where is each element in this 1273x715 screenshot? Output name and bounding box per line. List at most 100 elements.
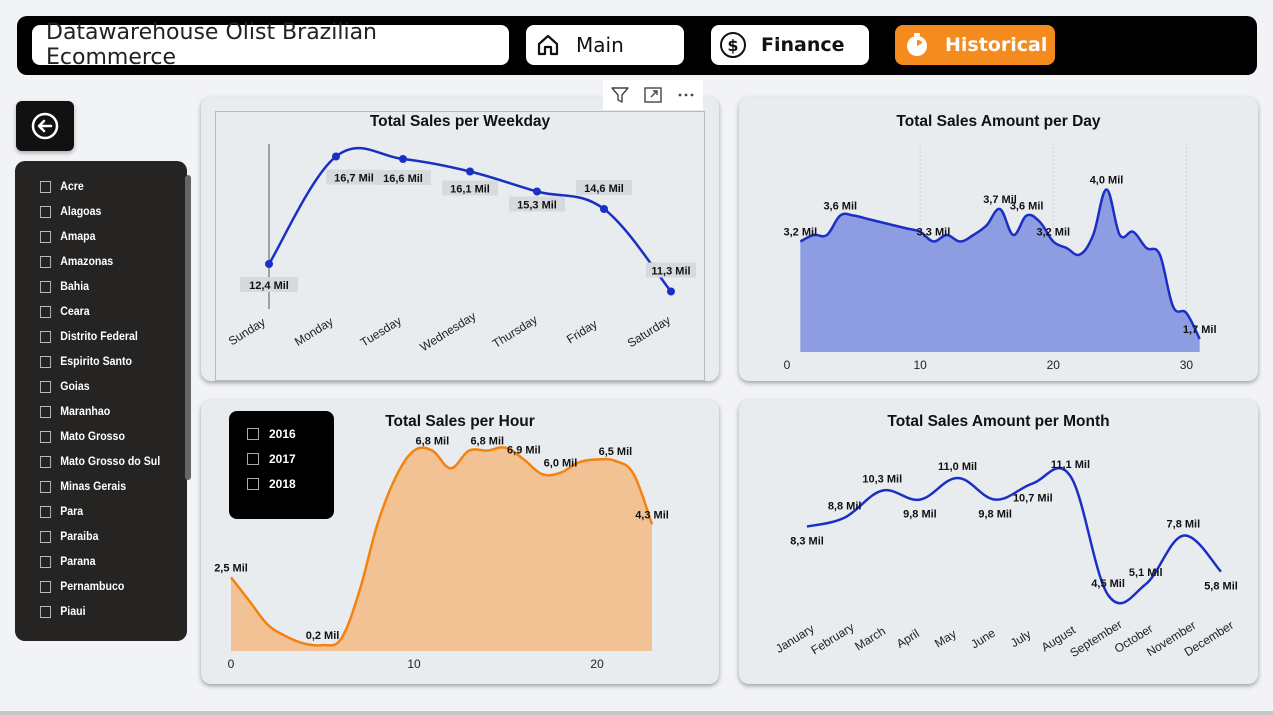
data-label: 6,5 Mil	[599, 446, 633, 458]
checkbox[interactable]	[40, 256, 52, 268]
data-label: 1,7 Mil	[1183, 324, 1217, 336]
checkbox[interactable]	[40, 181, 52, 193]
state-option-label: Parana	[60, 556, 96, 568]
data-label: 7,8 Mil	[1167, 519, 1201, 531]
more-options-icon[interactable]	[672, 82, 700, 108]
state-option[interactable]: Pernambuco	[40, 578, 124, 596]
checkbox[interactable]	[40, 581, 52, 593]
sales-per-weekday-card[interactable]: Total Sales per Weekday 12,4 Mil Sunday 16…	[201, 97, 719, 381]
year-option[interactable]: 2016	[247, 426, 296, 442]
visual-toolbar	[603, 80, 703, 110]
state-option[interactable]: Amazonas	[40, 253, 113, 271]
year-option[interactable]: 2018	[247, 476, 296, 492]
data-point[interactable]	[533, 187, 541, 196]
state-option[interactable]: Paraiba	[40, 528, 98, 546]
checkbox[interactable]	[40, 606, 52, 618]
weekday-line-chart: 12,4 Mil Sunday 16,7 Mil Monday 16,6 Mil Tues…	[226, 144, 696, 354]
back-button[interactable]	[16, 101, 74, 151]
checkbox[interactable]	[40, 456, 52, 468]
data-label: 3,3 Mil	[917, 227, 951, 239]
state-option[interactable]: Ceara	[40, 303, 90, 321]
dollar-icon: $	[711, 31, 755, 59]
x-tick-label: July	[1008, 627, 1034, 650]
historical-button[interactable]: Historical	[895, 25, 1055, 65]
data-label: 4,0 Mil	[1090, 175, 1124, 187]
x-tick-label: 30	[1180, 358, 1194, 372]
checkbox[interactable]	[40, 356, 52, 368]
sales-per-month-card[interactable]: Total Sales Amount per Month 8,3 Mil Janu…	[739, 400, 1258, 684]
checkbox[interactable]	[40, 331, 52, 343]
checkbox[interactable]	[247, 428, 259, 440]
data-label: 0,2 Mil	[306, 630, 340, 642]
main-button[interactable]: Main	[526, 25, 684, 65]
checkbox[interactable]	[40, 206, 52, 218]
top-nav-bar: Datawarehouse Olist Brazilian Ecommerce …	[17, 16, 1257, 75]
data-label: 8,3 Mil	[790, 536, 824, 548]
x-tick-label: Tuesday	[358, 314, 404, 350]
checkbox[interactable]	[40, 306, 52, 318]
data-label: 6,8 Mil	[416, 436, 450, 448]
data-point[interactable]	[600, 205, 608, 213]
state-option-label: Amazonas	[60, 256, 114, 268]
home-icon	[526, 32, 570, 58]
state-option[interactable]: Distrito Federal	[40, 328, 138, 346]
month-line-chart: 8,3 Mil January 8,8 Mil February 10,3 Mil Mar…	[773, 459, 1238, 660]
checkbox[interactable]	[40, 281, 52, 293]
state-option[interactable]: Mato Grosso	[40, 428, 125, 446]
data-label: 9,8 Mil	[903, 509, 937, 521]
checkbox[interactable]	[40, 506, 52, 518]
checkbox[interactable]	[247, 453, 259, 465]
data-label: 2,5 Mil	[214, 562, 248, 574]
data-label: 3,6 Mil	[823, 201, 857, 213]
filter-icon[interactable]	[606, 82, 634, 108]
state-option[interactable]: Acre	[40, 178, 84, 196]
checkbox[interactable]	[40, 381, 52, 393]
state-option[interactable]: Bahia	[40, 278, 89, 296]
slicer-scrollbar[interactable]	[185, 175, 191, 480]
state-option[interactable]: Espirito Santo	[40, 353, 132, 371]
x-tick-label: 20	[1047, 358, 1061, 372]
state-option[interactable]: Maranhao	[40, 403, 110, 421]
data-point[interactable]	[265, 260, 273, 268]
data-label: 16,7 Mil	[334, 173, 374, 185]
checkbox[interactable]	[40, 556, 52, 568]
state-option[interactable]: Alagoas	[40, 203, 101, 221]
year-option-label: 2018	[269, 477, 296, 491]
x-tick-label: June	[968, 626, 998, 652]
finance-button-label: Finance	[761, 34, 845, 56]
dashboard-title: Datawarehouse Olist Brazilian Ecommerce	[32, 20, 509, 70]
state-option[interactable]: Minas Gerais	[40, 478, 126, 496]
x-tick-label: February	[808, 620, 856, 657]
state-option[interactable]: Para	[40, 503, 83, 521]
data-label: 14,6 Mil	[584, 183, 624, 195]
year-option[interactable]: 2017	[247, 451, 296, 467]
state-option-label: Mato Grosso do Sul	[60, 456, 161, 468]
state-option-label: Piaui	[60, 606, 86, 618]
data-label: 10,3 Mil	[862, 474, 902, 486]
x-tick-label: March	[852, 624, 888, 654]
back-arrow-icon	[31, 112, 59, 140]
data-point[interactable]	[667, 287, 675, 296]
data-point[interactable]	[466, 167, 474, 176]
focus-mode-icon[interactable]	[639, 82, 667, 108]
data-label: 5,1 Mil	[1129, 567, 1163, 579]
finance-button[interactable]: $ Finance	[711, 25, 869, 65]
checkbox[interactable]	[40, 431, 52, 443]
state-option[interactable]: Parana	[40, 553, 96, 571]
data-point[interactable]	[399, 155, 407, 163]
state-option-label: Bahia	[60, 281, 90, 293]
checkbox[interactable]	[40, 531, 52, 543]
data-label: 6,9 Mil	[507, 444, 541, 456]
checkbox[interactable]	[40, 231, 52, 243]
state-option[interactable]: Piaui	[40, 603, 86, 621]
state-option[interactable]: Amapa	[40, 228, 96, 246]
checkbox[interactable]	[40, 406, 52, 418]
state-option[interactable]: Mato Grosso do Sul	[40, 453, 160, 471]
checkbox[interactable]	[247, 478, 259, 490]
data-point[interactable]	[332, 152, 340, 161]
checkbox[interactable]	[40, 481, 52, 493]
state-option[interactable]: Goias	[40, 378, 90, 396]
sales-per-day-card[interactable]: Total Sales Amount per Day 0 10 20 30 3,2 Mi…	[739, 97, 1258, 381]
state-option-label: Mato Grosso	[60, 431, 125, 443]
state-option-label: Espirito Santo	[60, 356, 132, 368]
